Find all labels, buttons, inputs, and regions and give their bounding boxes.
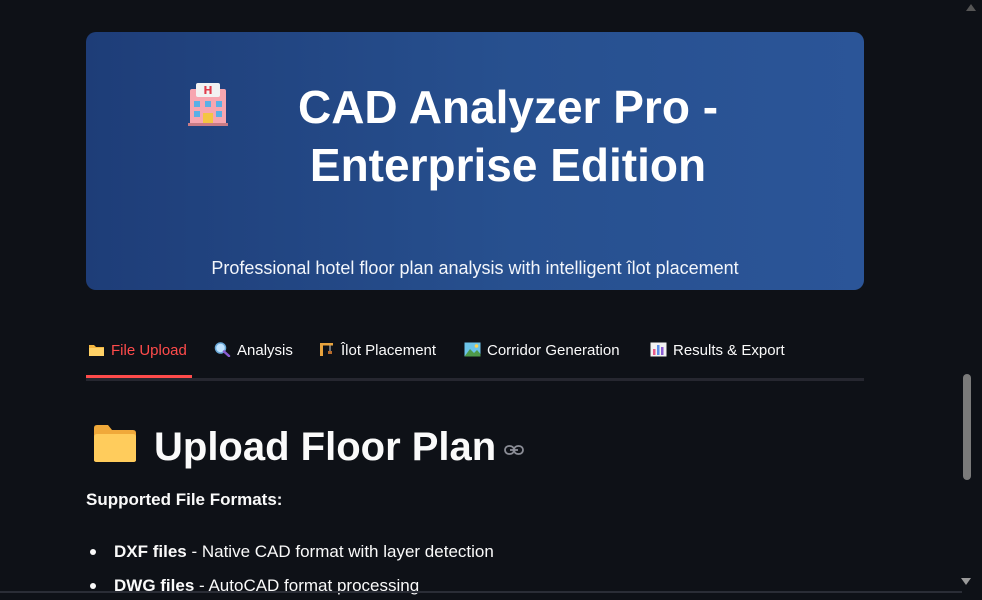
tab-label: Corridor Generation — [487, 342, 620, 359]
tab-results-export[interactable]: Results & Export — [650, 342, 785, 376]
scroll-thumb[interactable] — [963, 374, 971, 480]
hero-subtitle: Professional hotel floor plan analysis w… — [211, 258, 739, 278]
landscape-icon — [464, 342, 481, 357]
tab-analysis[interactable]: Analysis — [214, 342, 293, 376]
list-item: DWG files - AutoCAD format processing — [86, 574, 494, 600]
format-name: DXF files — [114, 542, 187, 561]
hero-title-text: CAD Analyzer Pro - Enterprise Edition — [297, 81, 719, 191]
hero-banner: H CAD Analyzer Pro - Enterprise Edition … — [86, 32, 864, 290]
link-icon[interactable] — [504, 416, 525, 455]
section-heading: Upload Floor Plan — [92, 416, 525, 474]
list-item: DXF files - Native CAD format with layer… — [86, 540, 494, 574]
format-description: - Native CAD format with layer detection — [186, 542, 494, 561]
tab-file-upload[interactable]: File Upload — [88, 342, 187, 376]
tab-label: File Upload — [111, 342, 187, 359]
horizontal-scrollbar[interactable] — [0, 591, 962, 593]
hotel-icon: H — [182, 81, 234, 127]
magnifier-icon — [214, 342, 231, 358]
scroll-up-icon[interactable] — [966, 4, 976, 11]
vertical-scrollbar[interactable] — [961, 0, 982, 600]
app-page: H CAD Analyzer Pro - Enterprise Edition … — [0, 0, 982, 600]
section-title-text: Upload Floor Plan — [154, 425, 497, 469]
active-tab-indicator — [86, 375, 192, 378]
tab-label: Results & Export — [673, 342, 785, 359]
tab-bar: File Upload Analysis Îlot Placement Corr… — [86, 330, 864, 381]
supported-formats-heading: Supported File Formats: — [86, 490, 283, 509]
hero-title: H CAD Analyzer Pro - Enterprise Edition — [86, 78, 864, 194]
tab-label: Îlot Placement — [341, 342, 437, 359]
tab-label: Analysis — [237, 342, 293, 359]
construction-icon — [318, 342, 335, 357]
svg-text:H: H — [203, 84, 212, 97]
folder-icon — [88, 342, 105, 357]
tab-ilot-placement[interactable]: Îlot Placement — [318, 342, 436, 376]
folder-icon — [92, 422, 138, 464]
bar-chart-icon — [650, 342, 667, 357]
tab-corridor-generation[interactable]: Corridor Generation — [464, 342, 620, 376]
scroll-down-icon[interactable] — [961, 578, 971, 585]
